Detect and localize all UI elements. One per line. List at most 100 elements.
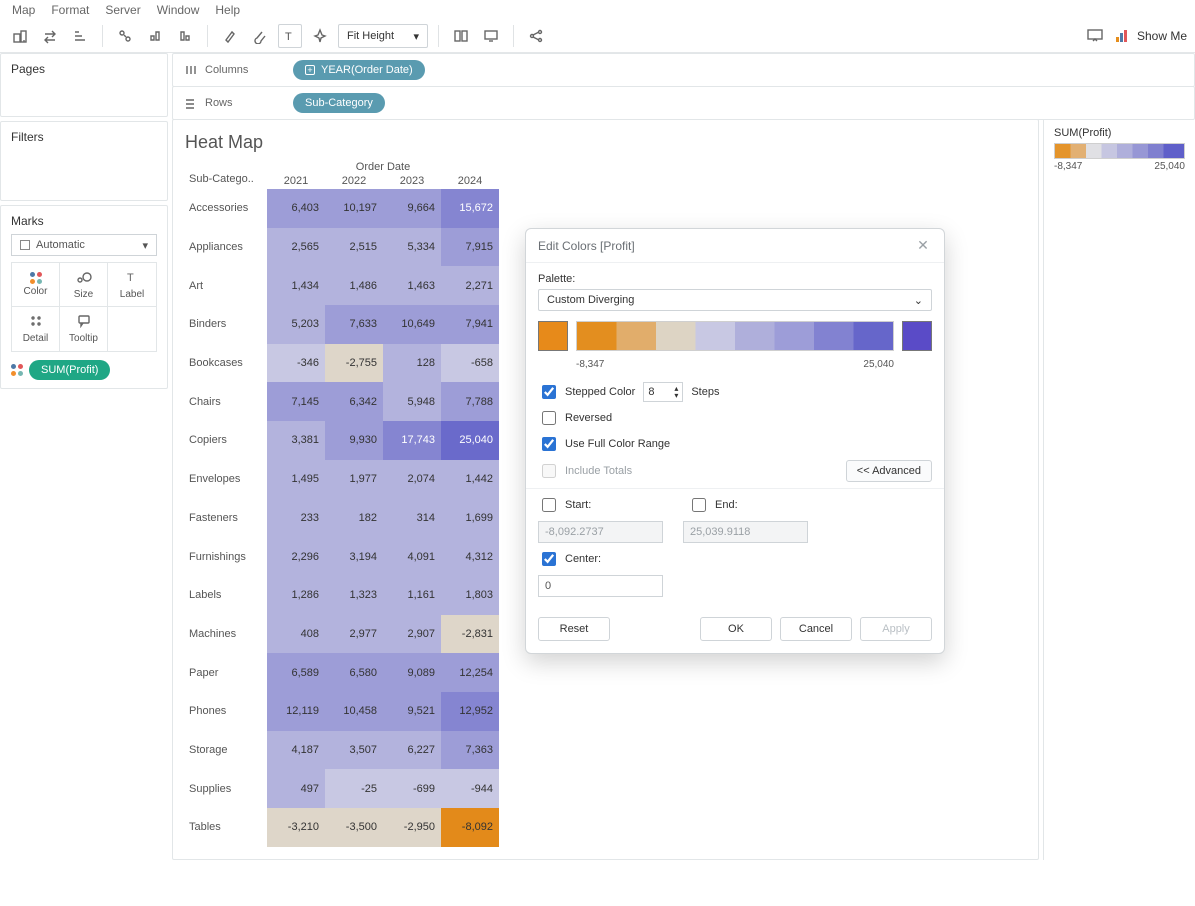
heatmap-cell[interactable]: 6,589 [267, 653, 325, 692]
heatmap-cell[interactable]: -2,950 [383, 808, 441, 847]
heatmap-cell[interactable]: 12,119 [267, 692, 325, 731]
tb-group-icon[interactable] [113, 24, 137, 48]
heatmap-cell[interactable]: -3,500 [325, 808, 383, 847]
heatmap-cell[interactable]: 1,486 [325, 266, 383, 305]
stepped-color-checkbox[interactable]: Stepped Color [538, 382, 635, 402]
heatmap-cell[interactable]: 4,091 [383, 537, 441, 576]
heatmap-cell[interactable]: 17,743 [383, 421, 441, 460]
heatmap-cell[interactable]: 1,161 [383, 576, 441, 615]
heatmap-cell[interactable]: 7,633 [325, 305, 383, 344]
heatmap-cell[interactable]: 6,403 [267, 189, 325, 228]
steps-input[interactable]: 8▴▾ [643, 382, 683, 402]
heatmap-cell[interactable]: 182 [325, 499, 383, 538]
heatmap-cell[interactable]: -346 [267, 344, 325, 383]
tb-presentation-icon[interactable] [1083, 24, 1107, 48]
end-checkbox[interactable]: End: [688, 495, 738, 515]
marks-color-button[interactable]: Color [12, 263, 60, 307]
include-totals-checkbox[interactable]: Include Totals [538, 461, 632, 481]
heatmap-cell[interactable]: 10,197 [325, 189, 383, 228]
heatmap-cell[interactable]: -658 [441, 344, 499, 383]
marks-pill-sum-profit[interactable]: SUM(Profit) [29, 360, 110, 380]
cancel-button[interactable]: Cancel [780, 617, 852, 641]
heatmap-cell[interactable]: 9,664 [383, 189, 441, 228]
heatmap-cell[interactable]: 9,521 [383, 692, 441, 731]
start-checkbox[interactable]: Start: [538, 495, 668, 515]
color-legend[interactable]: SUM(Profit) -8,34725,040 [1043, 119, 1195, 860]
marks-label-button[interactable]: TLabel [108, 263, 156, 307]
sheet-title[interactable]: Heat Map [185, 132, 1026, 153]
heatmap-cell[interactable]: -8,092 [441, 808, 499, 847]
heatmap-cell[interactable]: 9,930 [325, 421, 383, 460]
tb-highlight-icon[interactable] [218, 24, 242, 48]
heatmap-cell[interactable]: -2,755 [325, 344, 383, 383]
tb-sort-icon[interactable] [68, 24, 92, 48]
heatmap-cell[interactable]: 408 [267, 615, 325, 654]
heatmap-cell[interactable]: 25,040 [441, 421, 499, 460]
reversed-checkbox[interactable]: Reversed [538, 408, 612, 428]
center-value-input[interactable]: 0 [538, 575, 663, 597]
heatmap-cell[interactable]: 497 [267, 769, 325, 808]
heatmap-cell[interactable]: 5,334 [383, 228, 441, 267]
heatmap-cell[interactable]: -25 [325, 769, 383, 808]
apply-button[interactable]: Apply [860, 617, 932, 641]
heatmap-cell[interactable]: 7,915 [441, 228, 499, 267]
heatmap-cell[interactable]: 12,952 [441, 692, 499, 731]
heatmap-cell[interactable]: -2,831 [441, 615, 499, 654]
heatmap-cell[interactable]: 2,515 [325, 228, 383, 267]
tb-label-icon[interactable]: T [278, 24, 302, 48]
heatmap-cell[interactable]: 3,381 [267, 421, 325, 460]
marks-size-button[interactable]: Size [60, 263, 108, 307]
tb-present-icon[interactable] [479, 24, 503, 48]
heatmap-cell[interactable]: 2,977 [325, 615, 383, 654]
heatmap-cell[interactable]: 6,227 [383, 731, 441, 770]
marks-detail-button[interactable]: Detail [12, 307, 60, 351]
heatmap-cell[interactable]: 1,286 [267, 576, 325, 615]
tb-swap-icon[interactable] [38, 24, 62, 48]
heatmap-cell[interactable]: 7,788 [441, 382, 499, 421]
heatmap-cell[interactable]: 5,948 [383, 382, 441, 421]
pages-shelf[interactable]: Pages [0, 53, 168, 117]
heatmap-cell[interactable]: 2,565 [267, 228, 325, 267]
heatmap-cell[interactable]: 4,312 [441, 537, 499, 576]
heatmap-cell[interactable]: 6,342 [325, 382, 383, 421]
tb-attach-icon[interactable] [248, 24, 272, 48]
heatmap-cell[interactable]: 1,442 [441, 460, 499, 499]
heatmap-cell[interactable]: 1,977 [325, 460, 383, 499]
heatmap-cell[interactable]: -944 [441, 769, 499, 808]
heatmap-cell[interactable]: 7,363 [441, 731, 499, 770]
palette-dropdown[interactable]: Custom Diverging ⌄ [538, 289, 932, 311]
ok-button[interactable]: OK [700, 617, 772, 641]
heatmap-cell[interactable]: 2,271 [441, 266, 499, 305]
menu-server[interactable]: Server [105, 3, 140, 17]
heatmap-cell[interactable]: 1,434 [267, 266, 325, 305]
heatmap-cell[interactable]: 7,941 [441, 305, 499, 344]
reset-button[interactable]: Reset [538, 617, 610, 641]
heatmap-cell[interactable]: 3,194 [325, 537, 383, 576]
heatmap-cell[interactable]: 128 [383, 344, 441, 383]
show-me-button[interactable]: Show Me [1115, 29, 1187, 43]
fit-dropdown[interactable]: Fit Height ▾ [338, 24, 428, 48]
tb-data-icon[interactable] [8, 24, 32, 48]
heatmap-cell[interactable]: 233 [267, 499, 325, 538]
tb-sort-desc-icon[interactable] [173, 24, 197, 48]
menu-window[interactable]: Window [157, 3, 200, 17]
end-color-swatch[interactable] [902, 321, 932, 351]
heatmap-cell[interactable]: 3,507 [325, 731, 383, 770]
tb-share-icon[interactable] [524, 24, 548, 48]
center-checkbox[interactable]: Center: [538, 549, 601, 569]
rows-pill-subcategory[interactable]: Sub-Category [293, 93, 385, 113]
heatmap-cell[interactable]: 9,089 [383, 653, 441, 692]
heatmap-cell[interactable]: 6,580 [325, 653, 383, 692]
heatmap-cell[interactable]: 2,907 [383, 615, 441, 654]
heatmap-cell[interactable]: 10,458 [325, 692, 383, 731]
heatmap-cell[interactable]: 2,074 [383, 460, 441, 499]
color-encoding-icon[interactable] [11, 364, 23, 376]
heatmap-cell[interactable]: 4,187 [267, 731, 325, 770]
heatmap-cell[interactable]: -699 [383, 769, 441, 808]
heatmap-cell[interactable]: 7,145 [267, 382, 325, 421]
start-color-swatch[interactable] [538, 321, 568, 351]
marks-type-dropdown[interactable]: Automatic ▾ [11, 234, 157, 256]
heatmap-cell[interactable]: -3,210 [267, 808, 325, 847]
heatmap-cell[interactable]: 5,203 [267, 305, 325, 344]
full-range-checkbox[interactable]: Use Full Color Range [538, 434, 670, 454]
